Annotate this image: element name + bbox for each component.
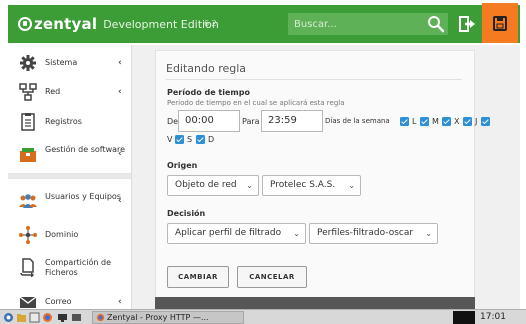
chevron-down-icon: ⌄ — [246, 181, 253, 190]
sidebar-item-label: Usuarios y Equipos — [45, 192, 121, 201]
origin-type-value: Objeto de red — [175, 180, 237, 190]
origin-object-value: Protelec S.A.S. — [270, 180, 336, 190]
change-button[interactable]: CAMBIAR — [167, 266, 229, 288]
day-label: M — [432, 117, 439, 126]
day-checkbox-j[interactable] — [463, 117, 472, 126]
version-label: 6.2 — [204, 19, 217, 28]
edit-rule-panel: Editando regla Período de tiempo Periodo… — [155, 50, 490, 304]
origin-type-select[interactable]: Objeto de red ⌄ — [167, 175, 259, 196]
day-label: J — [475, 117, 478, 126]
logs-icon — [21, 113, 35, 131]
chevron-down-icon: ⌄ — [425, 229, 432, 238]
origin-object-select[interactable]: Protelec S.A.S. ⌄ — [262, 175, 361, 196]
firefox-icon — [96, 313, 105, 322]
to-label: Para — [242, 117, 260, 126]
period-title: Período de tiempo — [167, 88, 250, 97]
monitor-icon[interactable] — [57, 312, 68, 323]
day-checkbox-v2[interactable] — [175, 135, 184, 144]
file-manager-icon[interactable] — [16, 312, 27, 323]
sidebar: Sistema ‹ Red ‹ Registros Gestión de sof… — [8, 45, 132, 313]
day-label: X — [454, 117, 460, 126]
sidebar-item-comparticion-ficheros[interactable]: Compartición de Ficheros — [8, 255, 131, 279]
sidebar-item-label: Compartición de Ficheros — [45, 258, 112, 277]
day-checkbox-l[interactable] — [400, 117, 409, 126]
clock: 17:01 — [480, 312, 506, 322]
taskbar-window-button[interactable]: Zentyal - Proxy HTTP —... — [92, 311, 244, 324]
sidebar-item-label: Dominio — [45, 230, 79, 239]
to-time-input[interactable]: 23:59 — [261, 110, 323, 132]
search-input[interactable] — [294, 17, 414, 31]
domain-icon — [19, 226, 37, 244]
sidebar-item-label: Correo — [45, 297, 72, 306]
users-icon — [19, 194, 37, 208]
day-checkbox-m[interactable] — [420, 117, 429, 126]
search-box — [288, 13, 448, 35]
sidebar-separator — [8, 173, 131, 179]
sidebar-item-red[interactable]: Red ‹ — [8, 82, 131, 102]
decision-action-select[interactable]: Aplicar perfil de filtrado ⌄ — [167, 223, 306, 244]
network-icon — [19, 83, 37, 101]
title-divider — [166, 79, 462, 80]
day-label: V — [167, 135, 173, 144]
days-label: Días de la semana — [325, 117, 390, 125]
day-checkbox-s[interactable] — [196, 135, 205, 144]
software-package-icon — [20, 148, 36, 162]
logout-icon[interactable] — [458, 15, 476, 33]
decision-profile-value: Perfiles-filtrado-oscar — [317, 228, 414, 238]
sidebar-item-label: Red — [45, 87, 61, 96]
zentyal-logo[interactable]: zentyal Development Edition — [18, 15, 219, 33]
app-menu-icon[interactable] — [3, 312, 14, 323]
sidebar-item-registros[interactable]: Registros — [8, 112, 131, 132]
day-checkbox-x[interactable] — [442, 117, 451, 126]
day-label: S — [187, 135, 193, 144]
decision-action-value: Aplicar perfil de filtrado — [175, 228, 282, 238]
os-taskbar: Zentyal - Proxy HTTP —... 17:01 — [0, 309, 526, 324]
sidebar-item-label: Gestión de software — [45, 145, 126, 154]
sidebar-item-gestion-software[interactable]: Gestión de software ‹ — [8, 142, 131, 166]
sidebar-item-label: Registros — [45, 117, 82, 126]
cancel-button[interactable]: CANCELAR — [237, 266, 307, 288]
firefox-icon[interactable] — [42, 312, 53, 323]
edition-label: Development Edition — [103, 17, 219, 31]
chevron-left-icon: ‹ — [118, 196, 122, 206]
day-label: D — [208, 135, 215, 144]
top-header: zentyal Development Edition 6.2 — [8, 5, 520, 43]
day-checkbox-v[interactable] — [481, 117, 490, 126]
save-changes-button[interactable] — [482, 3, 518, 43]
chevron-down-icon: ⌄ — [293, 229, 300, 238]
sidebar-item-usuarios-equipos[interactable]: Usuarios y Equipos ‹ — [8, 189, 131, 213]
sidebar-item-dominio[interactable]: Dominio — [8, 225, 131, 245]
search-icon[interactable] — [426, 14, 446, 34]
sidebar-item-sistema[interactable]: Sistema ‹ — [8, 53, 131, 73]
period-subtitle: Periodo de tiempo en el cual se aplicará… — [167, 99, 345, 107]
main-content: Editando regla Período de tiempo Periodo… — [132, 45, 520, 313]
chevron-left-icon: ‹ — [118, 87, 122, 97]
sidebar-item-label: Sistema — [45, 58, 78, 67]
terminal-icon[interactable] — [29, 312, 40, 323]
system-monitor-widget — [453, 311, 475, 324]
chevron-left-icon: ‹ — [118, 149, 122, 159]
zentyal-logo-icon — [18, 17, 32, 31]
decision-profile-select[interactable]: Perfiles-filtrado-oscar ⌄ — [309, 223, 438, 244]
decision-title: Decisión — [167, 209, 206, 218]
save-icon — [493, 16, 507, 31]
from-label: De — [167, 117, 179, 126]
task-title: Zentyal - Proxy HTTP —... — [107, 313, 209, 322]
page-title: Editando regla — [166, 62, 247, 75]
origin-title: Origen — [167, 161, 198, 170]
from-time-input[interactable]: 00:00 — [178, 110, 240, 132]
chevron-down-icon: ⌄ — [348, 181, 355, 190]
logo-text: zentyal — [34, 15, 98, 33]
gear-icon — [20, 55, 36, 71]
day-label: L — [412, 117, 417, 126]
chevron-left-icon: ‹ — [118, 297, 122, 307]
screen-icon[interactable] — [71, 312, 82, 323]
chevron-left-icon: ‹ — [118, 58, 122, 68]
file-share-icon — [20, 258, 34, 277]
